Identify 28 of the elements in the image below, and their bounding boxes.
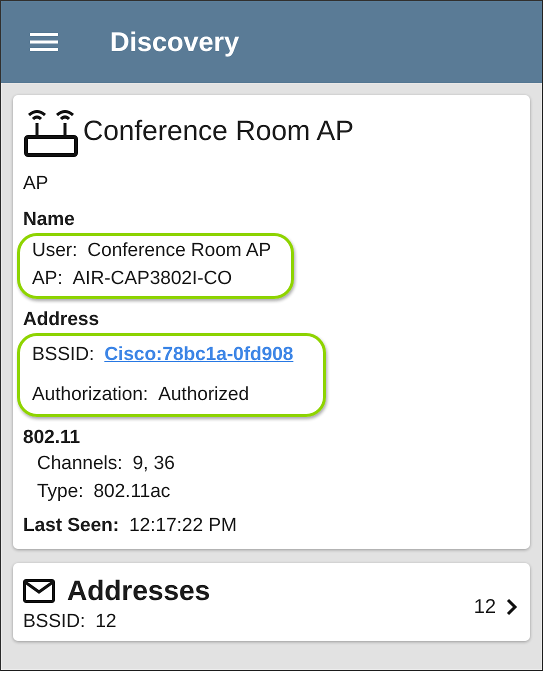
field-label: Authorization: [32, 384, 148, 405]
addresses-card[interactable]: Addresses BSSID: 12 12 [13, 563, 530, 641]
field-label: AP: [32, 268, 63, 289]
field-label: User: [32, 240, 78, 261]
count-label: 12 [474, 596, 496, 618]
section-heading: Address [23, 309, 100, 331]
field-label: Channels: [37, 453, 123, 474]
menu-icon[interactable] [30, 32, 58, 52]
field-value: Authorized [158, 384, 250, 405]
card-title: Addresses [67, 575, 210, 607]
field-label: BSSID: [32, 344, 94, 365]
section-heading: Name [23, 209, 76, 231]
field-value: 802.11ac [93, 481, 170, 502]
field-label: Type: [37, 481, 84, 502]
bssid-link[interactable]: Cisco:78bc1a-0fd908 [104, 344, 294, 365]
envelope-icon [23, 579, 55, 603]
field-label: BSSID: [23, 611, 86, 632]
chevron-right-icon [506, 598, 518, 616]
field-value: 12 [95, 611, 116, 632]
device-type: AP [23, 173, 50, 195]
field-value: Conference Room AP [87, 240, 272, 261]
field-label: Last Seen: [23, 515, 120, 536]
field-value: 9, 36 [132, 453, 175, 474]
field-value: 12:17:22 PM [129, 515, 237, 536]
device-title: Conference Room AP [83, 115, 354, 147]
section-heading: 802.11 [23, 427, 82, 449]
field-value: AIR-CAP3802I-CO [72, 268, 232, 289]
screen-title: Discovery [110, 26, 240, 58]
